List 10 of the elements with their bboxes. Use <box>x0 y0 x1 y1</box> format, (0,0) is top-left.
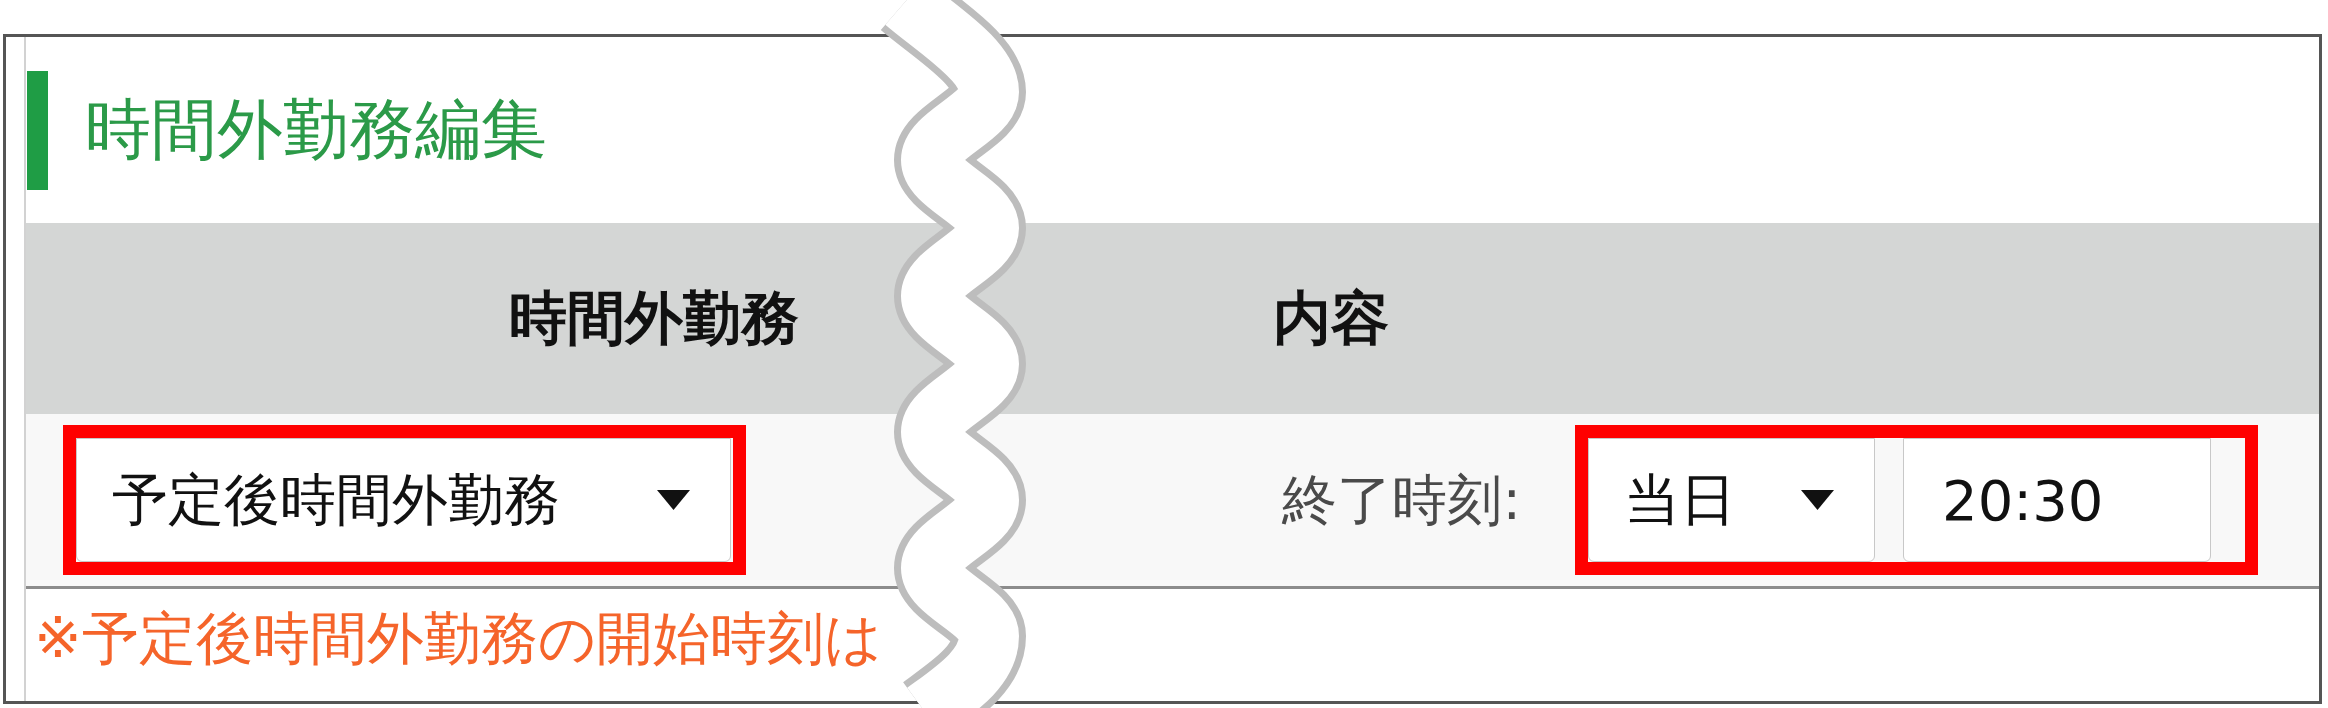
column-header: 時間外勤務 <box>509 283 799 352</box>
caret-icon <box>657 490 690 510</box>
overtime-type-select[interactable]: 予定後時間外勤務 <box>76 438 731 562</box>
page-title: 時間外勤務編集 <box>85 93 547 167</box>
end-time-label: 終了時刻: <box>1282 469 1521 531</box>
caret-icon <box>1801 490 1834 510</box>
note-text: ※予定後時間外勤務の開始時刻は <box>33 604 883 670</box>
column-header: 内容 <box>1273 283 1389 352</box>
time-input[interactable]: 20:30 <box>1903 438 2211 562</box>
day-select[interactable]: 当日 <box>1588 438 1875 562</box>
